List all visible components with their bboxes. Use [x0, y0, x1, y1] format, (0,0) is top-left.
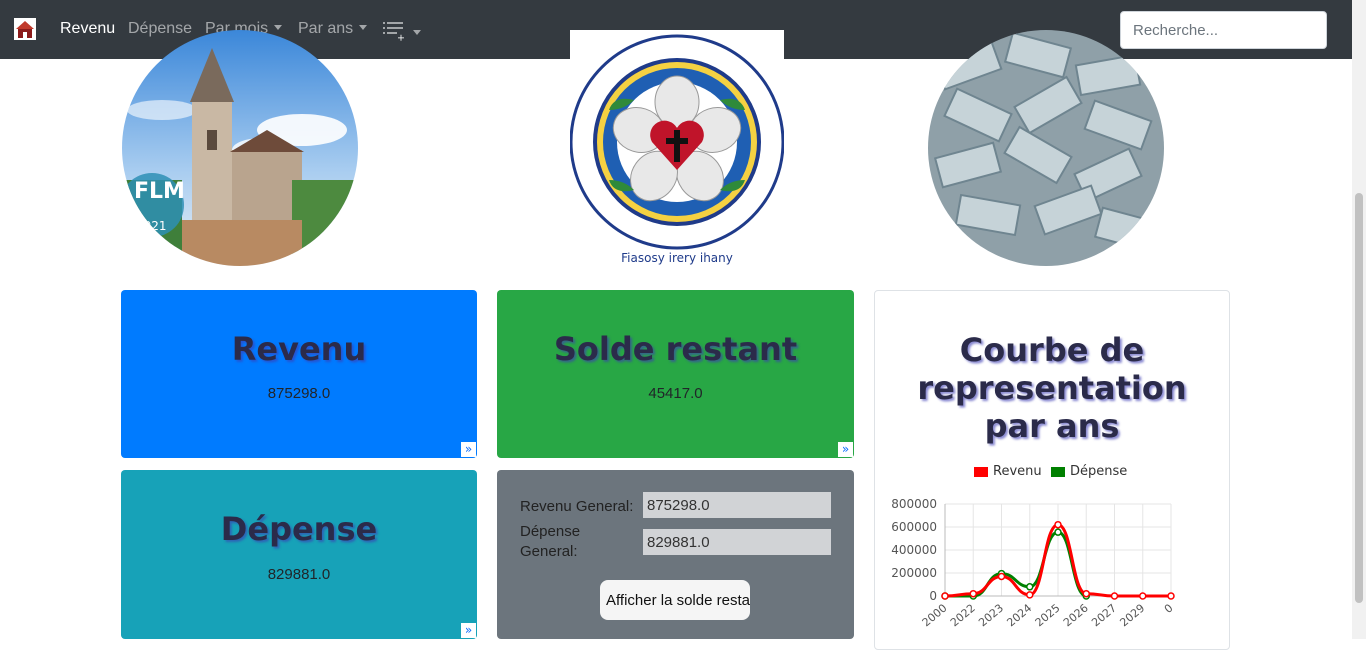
solde-card-title: Solde restant — [553, 330, 798, 368]
revenu-card: Revenu 875298.0 » — [121, 290, 477, 458]
revenu-general-label: Revenu General: — [520, 498, 634, 515]
depense-general-input[interactable] — [643, 529, 831, 555]
chart-card-title: Courbe de representation par ans — [917, 331, 1187, 445]
depense-general-label: Dépense General: — [520, 523, 581, 560]
legend-revenu-label: Revenu — [993, 464, 1042, 479]
data-point — [1167, 592, 1175, 600]
logo-bottom-text: Fiasosy irery ihany — [621, 251, 733, 265]
afficher-solde-button[interactable]: Afficher la solde restant — [600, 580, 750, 620]
nav-par-ans-label: Par ans — [298, 20, 354, 37]
revenu-more-icon[interactable]: » — [461, 442, 476, 457]
y-tick-label: 0 — [929, 589, 937, 603]
money-image — [928, 30, 1164, 266]
nav-menu-dropdown[interactable] — [383, 20, 421, 43]
home-icon[interactable] — [14, 18, 36, 40]
church-flm-text: FLM — [134, 179, 185, 204]
y-tick-label: 400000 — [891, 543, 937, 557]
scrollbar-thumb[interactable] — [1355, 193, 1363, 603]
depense-card-title: Dépense — [220, 510, 378, 548]
data-point — [1082, 589, 1090, 598]
scrollbar[interactable] — [1352, 0, 1366, 639]
data-point — [1054, 520, 1062, 529]
caret-down-icon — [274, 25, 283, 30]
data-point — [969, 589, 977, 598]
nav-revenu[interactable]: Revenu — [60, 20, 115, 38]
solde-card-value: 45417.0 — [648, 385, 703, 402]
luther-rose-logo: Fiasosy irery ihany — [570, 30, 784, 266]
data-point — [941, 592, 949, 600]
church-year-text: 2021 — [136, 219, 167, 233]
x-tick-label: 0 — [1162, 601, 1176, 615]
logo-image: Fiasosy irery ihany — [570, 30, 784, 266]
solde-card: Solde restant 45417.0 » — [497, 290, 854, 458]
legend-depense-swatch — [1051, 467, 1065, 477]
legend-revenu-swatch — [974, 467, 988, 477]
x-tick-label: 2025 — [1033, 601, 1063, 629]
chart-card: Courbe de representation par ans Revenu … — [874, 290, 1230, 650]
data-point — [997, 572, 1006, 581]
x-tick-label: 2000 — [920, 601, 950, 629]
depense-more-icon[interactable]: » — [461, 623, 476, 638]
y-tick-label: 800000 — [891, 497, 937, 511]
revenu-general-input[interactable] — [643, 492, 831, 518]
depense-card-value: 829881.0 — [267, 566, 331, 583]
data-point — [1026, 583, 1034, 591]
church-image: FLM 2021 — [122, 30, 358, 266]
money-illustration — [928, 30, 1164, 266]
x-tick-label: 2022 — [948, 601, 978, 629]
x-tick-label: 2024 — [1004, 601, 1034, 629]
legend-depense-label: Dépense — [1070, 464, 1128, 479]
solde-form-card: Revenu General: Dépense General: Affiche… — [497, 470, 854, 639]
data-point — [1026, 591, 1034, 599]
search-input[interactable] — [1120, 11, 1327, 49]
x-tick-label: 2026 — [1061, 601, 1091, 629]
nav-par-ans-dropdown[interactable]: Par ans — [298, 20, 368, 38]
depense-card: Dépense 829881.0 » — [121, 470, 477, 639]
caret-down-icon — [359, 25, 368, 30]
revenu-card-value: 875298.0 — [267, 385, 331, 402]
caret-down-icon — [413, 30, 421, 35]
x-tick-label: 2023 — [976, 601, 1006, 629]
nav-depense[interactable]: Dépense — [128, 20, 192, 38]
x-tick-label: 2029 — [1117, 601, 1147, 629]
data-point — [1110, 592, 1119, 600]
y-tick-label: 600000 — [891, 520, 937, 534]
y-tick-label: 200000 — [891, 566, 937, 580]
church-illustration: FLM 2021 — [122, 30, 358, 266]
solde-more-icon[interactable]: » — [838, 442, 853, 457]
list-add-icon — [383, 22, 404, 41]
data-point — [1054, 528, 1062, 536]
line-chart: 8000006000004000002000000200020222023202… — [891, 497, 1176, 629]
x-tick-label: 2027 — [1089, 601, 1119, 629]
revenu-card-title: Revenu — [231, 330, 367, 368]
data-point — [1139, 592, 1147, 600]
